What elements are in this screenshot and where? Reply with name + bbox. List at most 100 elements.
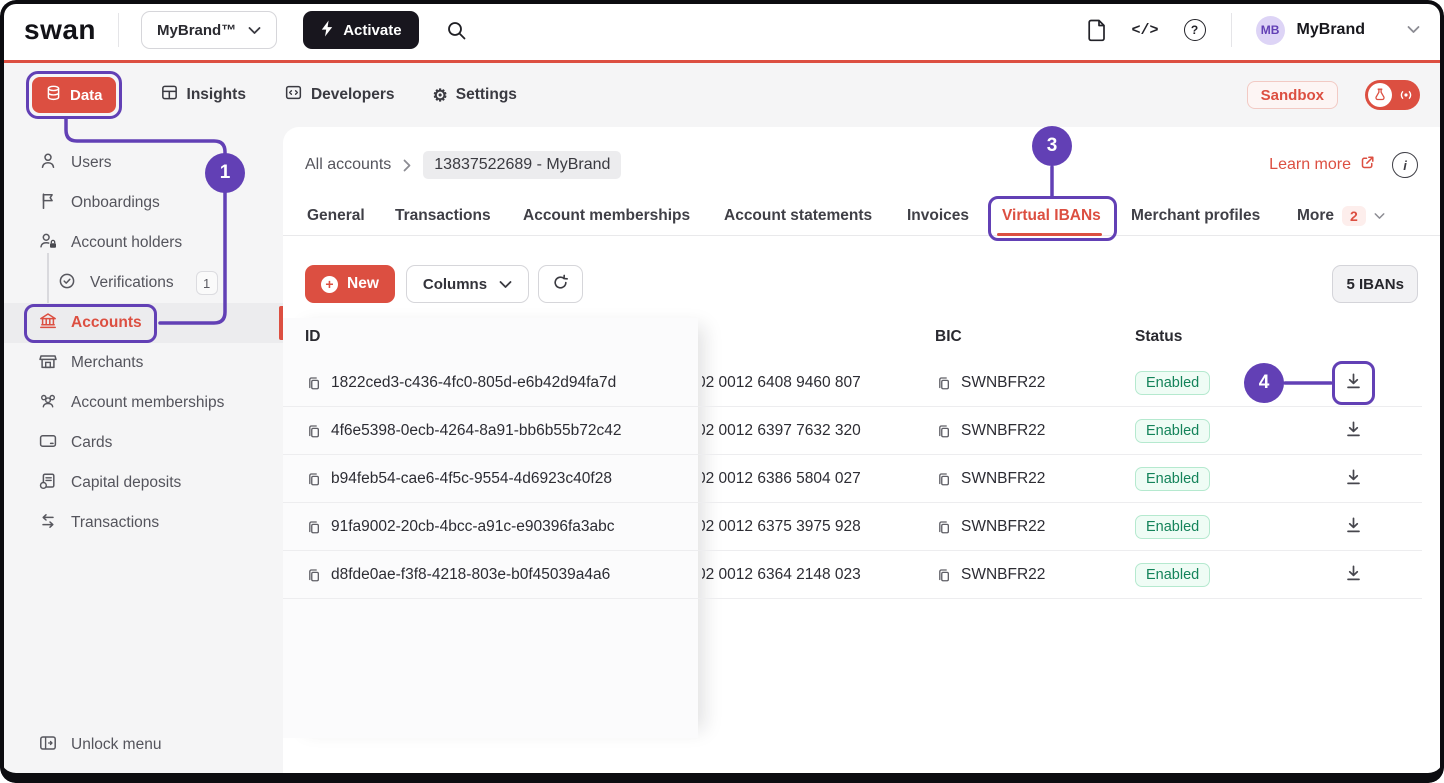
table-row[interactable]: 4f6e5398-0ecb-4264-8a91-bb6b55b72c42 02 … [283,407,1422,455]
status-cell: Enabled [1135,455,1210,503]
verifications-count-badge: 1 [196,271,218,295]
flag-icon [38,191,58,216]
nav-data-label: Data [70,87,103,104]
panel-expand-icon [38,733,58,758]
annotation-step-3: 3 [1032,126,1072,166]
tab-account-memberships[interactable]: Account memberships [523,196,690,236]
sidebar-item-onboardings[interactable]: Onboardings [0,183,283,223]
sandbox-badge: Sandbox [1247,81,1338,109]
sidebar-item-account-holders[interactable]: Account holders [0,223,283,263]
copy-icon[interactable] [305,423,321,440]
copy-icon[interactable] [935,567,951,584]
primary-nav: Data Insights Developers ⚙ Settings Sand… [0,63,1444,127]
tab-virtual-ibans[interactable]: Virtual IBANs [1002,196,1101,236]
copy-icon[interactable] [935,423,951,440]
iban-count-badge: 5 IBANs [1332,265,1418,303]
search-icon[interactable] [446,20,467,41]
header-divider-2 [1231,13,1232,47]
nav-item-developers[interactable]: Developers [284,83,395,107]
status-badge: Enabled [1135,563,1210,587]
sidebar-item-accounts[interactable]: Accounts [0,303,283,343]
developers-icon [284,83,303,107]
copy-icon[interactable] [935,519,951,536]
download-icon [1343,419,1364,444]
tab-merchant-profiles[interactable]: Merchant profiles [1131,196,1260,236]
sidebar-item-capital-deposits[interactable]: Capital deposits [0,463,283,503]
breadcrumb-all-accounts[interactable]: All accounts [305,156,391,174]
status-badge: Enabled [1135,467,1210,491]
download-icon [1343,515,1364,540]
tab-transactions[interactable]: Transactions [395,196,491,236]
annotation-step-4: 4 [1244,363,1284,403]
column-header-id: ID [305,328,321,346]
plus-icon: + [321,276,338,293]
status-cell: Enabled [1135,551,1210,599]
status-badge: Enabled [1135,419,1210,443]
sidebar-item-verifications[interactable]: Verifications 1 [0,263,283,303]
deposit-document-icon [38,471,58,496]
table-row[interactable]: d8fde0ae-f3f8-4218-803e-b0f45039a4a6 02 … [283,551,1422,599]
bic-cell: SWNBFR22 [935,503,1045,551]
iban-cell: 02 0012 6364 2148 023 [702,551,947,599]
storefront-icon [38,351,58,376]
person-lock-icon [38,231,58,256]
document-icon[interactable] [1087,19,1107,42]
download-button[interactable] [1331,503,1375,551]
help-icon[interactable]: ? [1184,19,1206,41]
download-icon [1343,371,1364,396]
annotation-step-1: 1 [205,153,245,193]
unlock-menu-container: Unlock menu [0,725,283,765]
iban-cell: 02 0012 6408 9460 807 [702,359,947,407]
tabs-bar: General Transactions Account memberships… [283,196,1444,236]
bic-cell: SWNBFR22 [935,359,1045,407]
nav-item-insights[interactable]: Insights [160,83,246,107]
activate-button[interactable]: Activate [303,11,418,49]
swan-logo: swan [24,14,96,46]
download-button[interactable] [1331,455,1375,503]
project-selector[interactable]: MyBrand™ [141,11,277,49]
nav-item-data[interactable]: Data [32,77,116,113]
copy-icon[interactable] [305,567,321,584]
columns-dropdown[interactable]: Columns [406,265,529,303]
iban-cell: 02 0012 6386 5804 027 [702,455,947,503]
sidebar-item-cards[interactable]: Cards [0,423,283,463]
toolbar: + New Columns 5 IBANs [305,265,1418,303]
info-icon[interactable]: i [1392,152,1418,178]
database-icon [45,84,62,106]
download-button[interactable] [1331,551,1375,599]
copy-icon[interactable] [305,519,321,536]
copy-icon[interactable] [935,471,951,488]
chevron-right-icon [403,159,411,172]
code-icon[interactable]: </> [1132,22,1159,39]
tab-more[interactable]: More 2 [1297,196,1385,236]
table-row[interactable]: b94feb54-cae6-4f5c-9554-4d6923c40f28 02 … [283,455,1422,503]
tab-account-statements[interactable]: Account statements [724,196,872,236]
sidebar-item-merchants[interactable]: Merchants [0,343,283,383]
nav-item-settings[interactable]: ⚙ Settings [433,86,517,104]
copy-icon[interactable] [935,375,951,392]
copy-icon[interactable] [305,375,321,392]
download-icon [1343,467,1364,492]
user-menu[interactable]: MB MyBrand [1256,16,1420,45]
tab-invoices[interactable]: Invoices [907,196,969,236]
new-button[interactable]: + New [305,265,395,303]
sidebar-item-transactions[interactable]: Transactions [0,503,283,543]
copy-icon[interactable] [305,471,321,488]
refresh-button[interactable] [538,265,583,303]
learn-more-link[interactable]: Learn more [1269,154,1376,176]
status-badge: Enabled [1135,371,1210,395]
download-button[interactable] [1331,359,1375,407]
table-row[interactable]: 91fa9002-20cb-4bcc-a91c-e90396fa3abc 02 … [283,503,1422,551]
credit-card-icon [38,431,58,456]
signal-icon [1398,88,1414,105]
unlock-menu-button[interactable]: Unlock menu [0,725,283,765]
environment-toggle[interactable] [1365,80,1420,110]
status-badge: Enabled [1135,515,1210,539]
tab-general[interactable]: General [307,196,365,236]
download-button[interactable] [1331,407,1375,455]
user-icon [38,151,58,176]
flask-icon [1368,83,1392,107]
iban-cell: 02 0012 6375 3975 928 [702,503,947,551]
top-header: swan MyBrand™ Activate </> ? M [0,0,1444,63]
sidebar-item-account-memberships[interactable]: Account memberships [0,383,283,423]
